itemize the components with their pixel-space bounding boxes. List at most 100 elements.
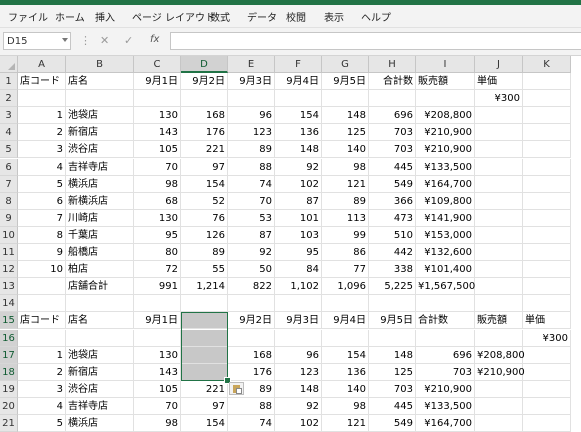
cell-e18[interactable]: 176 (228, 363, 275, 381)
cell-k7[interactable] (523, 175, 571, 193)
cell-a19[interactable]: 3 (18, 380, 66, 398)
cell-c19[interactable]: 105 (134, 380, 181, 398)
cell-i9[interactable]: ¥141,900 (416, 209, 475, 227)
name-box-dropdown-icon[interactable] (62, 38, 68, 42)
cell-d13[interactable]: 1,214 (181, 278, 228, 296)
cell-h6[interactable]: 445 (369, 158, 416, 176)
cell-h9[interactable]: 473 (369, 209, 416, 227)
cell-h4[interactable]: 703 (369, 124, 416, 142)
column-header-b[interactable]: B (66, 56, 134, 73)
row-header-2[interactable]: 2 (0, 90, 18, 108)
formula-input[interactable] (170, 32, 581, 50)
column-header-c[interactable]: C (134, 56, 181, 73)
cell-g12[interactable]: 77 (322, 261, 369, 279)
cell-b1[interactable]: 店名 (66, 73, 134, 91)
cell-e6[interactable]: 88 (228, 158, 275, 176)
cell-e15[interactable]: 9月2日 (228, 312, 275, 330)
cell-e20[interactable]: 88 (228, 397, 275, 415)
cell-h1[interactable]: 合計数 (369, 73, 416, 91)
cell-i5[interactable]: ¥210,900 (416, 141, 475, 159)
cell-j21[interactable] (475, 415, 523, 432)
cell-f10[interactable]: 103 (275, 226, 322, 244)
cell-h20[interactable]: 445 (369, 397, 416, 415)
cell-f14[interactable] (275, 295, 322, 313)
row-header-7[interactable]: 7 (0, 175, 18, 193)
cell-a16[interactable] (18, 329, 66, 347)
cell-j14[interactable] (475, 295, 523, 313)
cell-a15[interactable]: 店コード (18, 312, 66, 330)
cell-j13[interactable] (475, 278, 523, 296)
cell-i11[interactable]: ¥132,600 (416, 244, 475, 262)
row-header-5[interactable]: 5 (0, 141, 18, 159)
cell-j4[interactable] (475, 124, 523, 142)
cell-a9[interactable]: 7 (18, 209, 66, 227)
cell-e7[interactable]: 74 (228, 175, 275, 193)
cell-a21[interactable]: 5 (18, 415, 66, 432)
cell-c6[interactable]: 70 (134, 158, 181, 176)
cell-h10[interactable]: 510 (369, 226, 416, 244)
cell-i20[interactable]: ¥133,500 (416, 397, 475, 415)
cell-k19[interactable] (523, 380, 571, 398)
cell-c5[interactable]: 105 (134, 141, 181, 159)
cell-h16[interactable] (369, 329, 416, 347)
cell-c13[interactable]: 991 (134, 278, 181, 296)
cell-j17[interactable]: ¥208,800 (475, 346, 525, 364)
cell-c14[interactable] (134, 295, 181, 313)
cell-d3[interactable]: 168 (181, 107, 228, 125)
cell-g18[interactable]: 136 (322, 363, 369, 381)
cell-f19[interactable]: 148 (275, 380, 322, 398)
cell-f21[interactable]: 102 (275, 415, 322, 432)
cell-e14[interactable] (228, 295, 275, 313)
cell-j8[interactable] (475, 192, 523, 210)
cell-c2[interactable] (134, 90, 181, 108)
cell-a11[interactable]: 9 (18, 244, 66, 262)
cell-b8[interactable]: 新横浜店 (66, 192, 134, 210)
cell-j15[interactable]: 販売額 (475, 312, 523, 330)
cell-c9[interactable]: 130 (134, 209, 181, 227)
cell-j9[interactable] (475, 209, 523, 227)
cell-e3[interactable]: 96 (228, 107, 275, 125)
cell-a20[interactable]: 4 (18, 397, 66, 415)
column-header-g[interactable]: G (322, 56, 369, 73)
cell-i3[interactable]: ¥208,800 (416, 107, 475, 125)
row-header-1[interactable]: 1 (0, 73, 18, 91)
cell-a5[interactable]: 3 (18, 141, 66, 159)
cell-i16[interactable] (416, 329, 475, 347)
cell-d17[interactable] (181, 346, 228, 364)
cell-b13[interactable]: 店舗合計 (66, 278, 134, 296)
menu-page-layout[interactable]: ページ レイアウト (132, 9, 215, 24)
cell-b15[interactable]: 店名 (66, 312, 134, 330)
cell-k12[interactable] (523, 261, 571, 279)
cell-i4[interactable]: ¥210,900 (416, 124, 475, 142)
cell-h14[interactable] (369, 295, 416, 313)
cell-b11[interactable]: 船橋店 (66, 244, 134, 262)
cell-h13[interactable]: 5,225 (369, 278, 416, 296)
cell-k10[interactable] (523, 226, 571, 244)
cell-j3[interactable] (475, 107, 523, 125)
cell-g13[interactable]: 1,096 (322, 278, 369, 296)
cell-k1[interactable] (523, 73, 571, 91)
column-header-a[interactable]: A (18, 56, 66, 73)
cell-d21[interactable]: 154 (181, 415, 228, 432)
cell-f7[interactable]: 102 (275, 175, 322, 193)
row-header-3[interactable]: 3 (0, 107, 18, 125)
cell-h7[interactable]: 549 (369, 175, 416, 193)
cell-c10[interactable]: 95 (134, 226, 181, 244)
row-header-19[interactable]: 19 (0, 380, 18, 398)
cell-f2[interactable] (275, 90, 322, 108)
cell-k18[interactable] (523, 363, 571, 381)
cell-k13[interactable] (523, 278, 571, 296)
cell-d14[interactable] (181, 295, 228, 313)
cell-h2[interactable] (369, 90, 416, 108)
cell-d4[interactable]: 176 (181, 124, 228, 142)
cell-k5[interactable] (523, 141, 571, 159)
cell-g2[interactable] (322, 90, 369, 108)
cell-f12[interactable]: 84 (275, 261, 322, 279)
cell-c21[interactable]: 98 (134, 415, 181, 432)
cell-c12[interactable]: 72 (134, 261, 181, 279)
cell-j7[interactable] (475, 175, 523, 193)
cell-h21[interactable]: 549 (369, 415, 416, 432)
cell-c3[interactable]: 130 (134, 107, 181, 125)
cell-k14[interactable] (523, 295, 571, 313)
select-all-corner[interactable] (0, 56, 18, 73)
